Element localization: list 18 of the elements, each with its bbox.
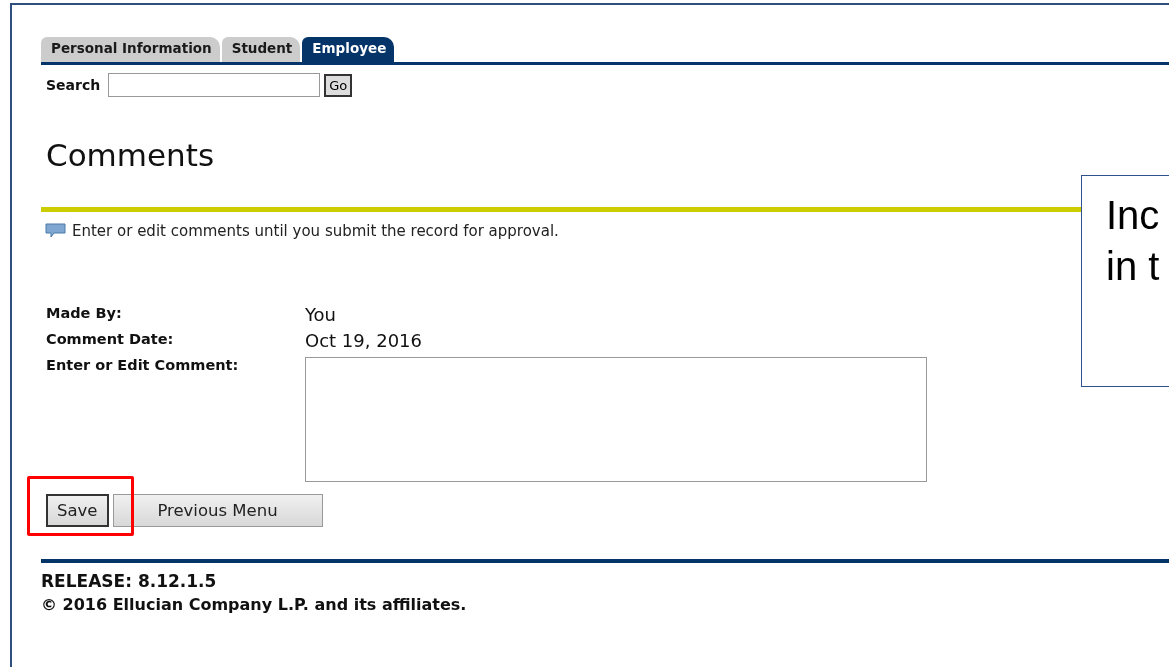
tab[interactable]: Student xyxy=(221,37,301,62)
search-label: Search xyxy=(46,77,101,93)
field-value: Oct 19, 2016 xyxy=(305,331,423,351)
callout-text: in t xyxy=(1106,243,1161,290)
info-text: Enter or edit comments until you submit the record for approval. xyxy=(72,222,559,240)
go-button[interactable]: Go xyxy=(324,73,353,97)
field-label: Enter or Edit Comment: xyxy=(46,357,240,375)
tab[interactable]: Employee xyxy=(302,37,395,62)
field-label: Comment Date: xyxy=(46,331,175,349)
previous-menu-button[interactable]: Previous Menu xyxy=(112,494,323,527)
field-value: You xyxy=(305,305,338,325)
tab[interactable]: Personal Information xyxy=(41,37,220,62)
copyright-text: © 2016 Ellucian Company L.P. and its affiliates. xyxy=(41,595,468,614)
save-button[interactable]: Save xyxy=(46,494,109,527)
field-label: Made By: xyxy=(46,305,123,323)
page-heading: Comments xyxy=(46,137,216,173)
callout-text: Inc xyxy=(1106,192,1161,239)
release-text: RELEASE: 8.12.1.5 xyxy=(41,571,218,591)
